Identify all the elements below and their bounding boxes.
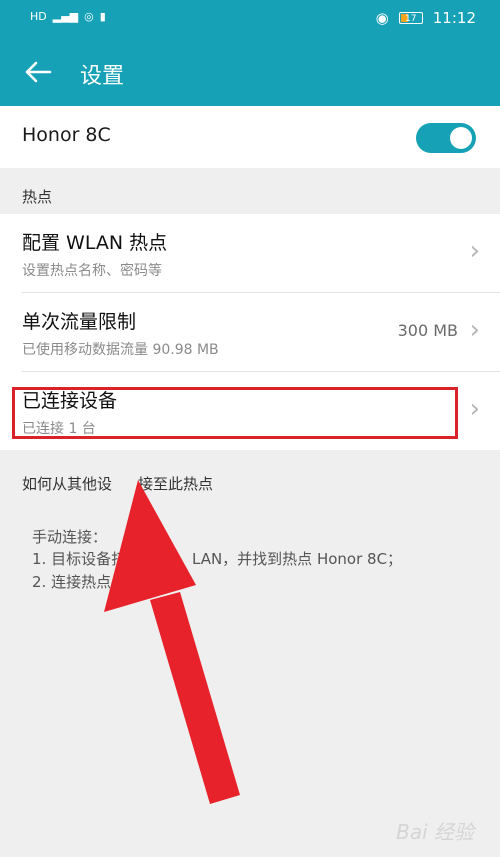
signal-icon: ▂▄▆ — [52, 10, 79, 23]
instructions-header-tail: 接至此热点 — [138, 475, 214, 493]
instruction-line: 1. 目标设备打 — [32, 550, 127, 568]
app-bar: 设置 — [0, 38, 500, 106]
item-value: 300 MB — [397, 321, 458, 340]
chevron-right-icon: › — [469, 236, 480, 266]
notification-icon: ▮ — [99, 10, 106, 23]
chevron-right-icon: › — [469, 394, 480, 424]
item-title: 单次流量限制 — [22, 311, 137, 333]
status-bar: HD ▂▄▆ ◎ ▮ ◉ 17 11:12 — [0, 0, 500, 38]
status-icons-left: HD ▂▄▆ ◎ ▮ — [30, 10, 106, 23]
eye-icon: ◉ — [375, 9, 389, 27]
status-icons-right: ◉ 17 11:12 — [376, 9, 476, 27]
list-item-configure-wlan[interactable]: 配置 WLAN 热点 设置热点名称、密码等 › — [0, 214, 500, 292]
item-title: 配置 WLAN 热点 — [22, 232, 168, 254]
hd-icon: HD — [30, 10, 47, 23]
battery-level: 17 — [405, 14, 417, 24]
instructions-panel: 手动连接： 1. 目标设备打 LAN，并找到热点 Honor 8C； 2. 连接… — [0, 502, 500, 857]
instruction-line: LAN，并找到热点 Honor 8C； — [192, 550, 403, 568]
section-header-instructions: 如何从其他设 接至此热点 — [22, 473, 213, 494]
hotspot-icon: ◎ — [84, 10, 94, 23]
battery-icon: 17 — [398, 12, 423, 24]
highlight-box — [12, 387, 458, 439]
instruction-line: 2. 连接热点。 — [32, 573, 127, 591]
instructions-header-start: 如何从其他设 — [22, 475, 113, 493]
item-subtitle: 已使用移动数据流量 90.98 MB — [22, 342, 219, 358]
page-title: 设置 — [80, 64, 125, 89]
section-header-hotspot: 热点 — [22, 188, 53, 206]
clock: 11:12 — [432, 9, 476, 27]
back-button[interactable] — [18, 52, 58, 92]
item-subtitle: 设置热点名称、密码等 — [22, 263, 162, 279]
watermark: Bai 经验 — [396, 820, 474, 844]
chevron-right-icon: › — [469, 315, 480, 345]
instruction-line: 手动连接： — [32, 528, 108, 546]
back-arrow-icon — [25, 61, 52, 83]
hotspot-toggle[interactable] — [416, 123, 476, 153]
device-name-label: Honor 8C — [22, 124, 111, 146]
toggle-knob — [450, 127, 472, 149]
list-item-data-limit[interactable]: 单次流量限制 已使用移动数据流量 90.98 MB 300 MB › — [0, 293, 500, 371]
